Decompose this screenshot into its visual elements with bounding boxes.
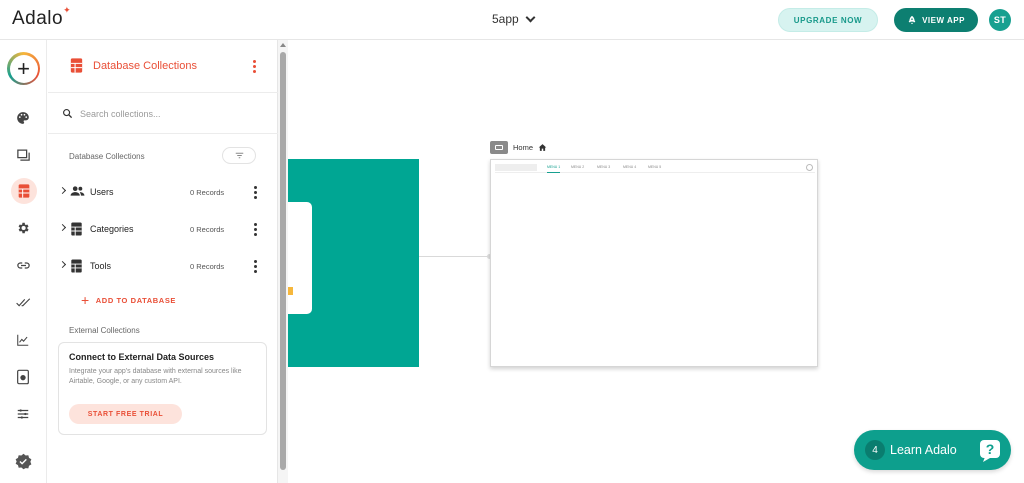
left-rail: + — [0, 40, 47, 483]
add-component-button[interactable]: + — [7, 52, 40, 85]
upgrade-button[interactable]: UPGRADE NOW — [778, 8, 878, 32]
logo-text: Adalo — [12, 8, 64, 29]
nav-item: MENU 1 — [547, 165, 561, 173]
nav-item: MENU 5 — [648, 165, 662, 169]
learn-adalo-label: Learn Adalo — [890, 443, 957, 457]
search-bar — [48, 94, 278, 134]
collection-row-users[interactable]: Users 0 Records — [48, 177, 278, 207]
help-question-icon: ? — [980, 440, 1000, 462]
database-collections-icon — [69, 57, 84, 79]
screen-name[interactable]: Home — [513, 143, 533, 152]
collection-menu-icon[interactable] — [254, 223, 257, 236]
database-panel: Database Collections Database Collection… — [48, 40, 278, 483]
palette-icon[interactable] — [13, 108, 33, 128]
expand-caret-icon[interactable] — [58, 186, 67, 195]
screen-link-line — [419, 256, 490, 257]
collection-name: Users — [90, 187, 114, 197]
learn-count-badge: 4 — [865, 440, 885, 460]
sliders-icon[interactable] — [13, 404, 33, 424]
verified-icon[interactable] — [13, 451, 33, 471]
nav-item: MENU 2 — [571, 165, 585, 169]
svg-text:?: ? — [986, 441, 995, 457]
collection-row-categories[interactable]: Categories 0 Records — [48, 214, 278, 244]
editor-canvas[interactable]: Home MENU 1 MENU 2 MENU 3 MENU 4 MENU 5 — [288, 40, 1024, 483]
rocket-icon — [908, 15, 916, 25]
table-icon — [71, 222, 82, 236]
records-count: 0 Records — [190, 225, 225, 234]
add-to-database-button[interactable]: + ADD TO DATABASE — [81, 293, 176, 307]
section-label-external: External Collections — [69, 326, 140, 335]
collection-menu-icon[interactable] — [254, 186, 257, 199]
nav-logo-placeholder — [495, 164, 537, 171]
view-app-button[interactable]: VIEW APP — [894, 8, 978, 32]
nav-item: MENU 3 — [597, 165, 611, 169]
collection-name: Categories — [90, 224, 134, 234]
database-icon[interactable] — [11, 178, 37, 204]
top-bar: Adalo ✦ 5app UPGRADE NOW VIEW APP ST — [0, 0, 1024, 40]
panel-title: Database Collections — [93, 60, 197, 72]
logo-spark-icon: ✦ — [63, 5, 72, 15]
external-card-description: Integrate your app's database with exter… — [69, 368, 242, 385]
device-icon[interactable] — [490, 141, 508, 154]
panel-menu-icon[interactable] — [253, 60, 256, 73]
learn-adalo-button[interactable]: 4 Learn Adalo ? — [854, 430, 1011, 470]
gear-icon[interactable] — [13, 218, 33, 238]
nav-item: MENU 4 — [623, 165, 637, 169]
collection-name: Tools — [90, 261, 112, 271]
app-selector[interactable]: 5app — [492, 12, 536, 26]
collection-menu-icon[interactable] — [254, 260, 257, 273]
avatar[interactable]: ST — [989, 9, 1011, 31]
expand-caret-icon[interactable] — [58, 223, 67, 232]
home-icon — [538, 144, 547, 151]
collection-row-tools[interactable]: Tools 0 Records — [48, 251, 278, 281]
add-to-database-label: ADD TO DATABASE — [95, 295, 177, 305]
screen-label-home: Home — [490, 141, 547, 154]
sort-icon — [235, 152, 243, 159]
table-icon — [71, 259, 82, 273]
app-name: 5app — [492, 12, 519, 26]
sort-button[interactable] — [222, 147, 256, 164]
view-app-label: VIEW APP — [922, 15, 965, 25]
add-icon: + — [9, 54, 38, 83]
panel-scrollbar[interactable] — [278, 40, 288, 483]
app-screen-home[interactable]: MENU 1 MENU 2 MENU 3 MENU 4 MENU 5 — [490, 159, 818, 367]
expand-caret-icon[interactable] — [58, 260, 67, 269]
external-sources-card: Connect to External Data Sources Integra… — [58, 342, 267, 435]
analytics-icon[interactable] — [13, 330, 33, 350]
screen-card — [288, 202, 312, 314]
chevron-down-icon — [525, 12, 536, 22]
panel-header: Database Collections — [48, 40, 278, 93]
publish-icon[interactable] — [13, 367, 33, 387]
records-count: 0 Records — [190, 188, 225, 197]
screens-icon[interactable] — [13, 144, 33, 164]
records-count: 0 Records — [190, 262, 225, 271]
screen-nav-bar: MENU 1 MENU 2 MENU 3 MENU 4 MENU 5 — [495, 163, 815, 173]
checkmarks-icon[interactable] — [13, 292, 33, 312]
plus-icon: + — [81, 292, 90, 308]
link-icon[interactable] — [13, 255, 33, 275]
start-free-trial-button[interactable]: START FREE TRIAL — [69, 404, 182, 424]
app-screen-preview-left[interactable] — [288, 159, 419, 367]
external-card-title: Connect to External Data Sources — [69, 352, 215, 362]
adalo-logo[interactable]: Adalo ✦ — [12, 5, 71, 30]
scroll-up-arrow-icon[interactable] — [280, 43, 286, 47]
nav-close-icon — [806, 164, 813, 171]
scrollbar-thumb[interactable] — [280, 52, 286, 470]
users-icon — [70, 186, 85, 196]
section-label-database: Database Collections — [69, 152, 145, 161]
search-input[interactable] — [80, 105, 260, 123]
search-icon — [63, 109, 73, 119]
